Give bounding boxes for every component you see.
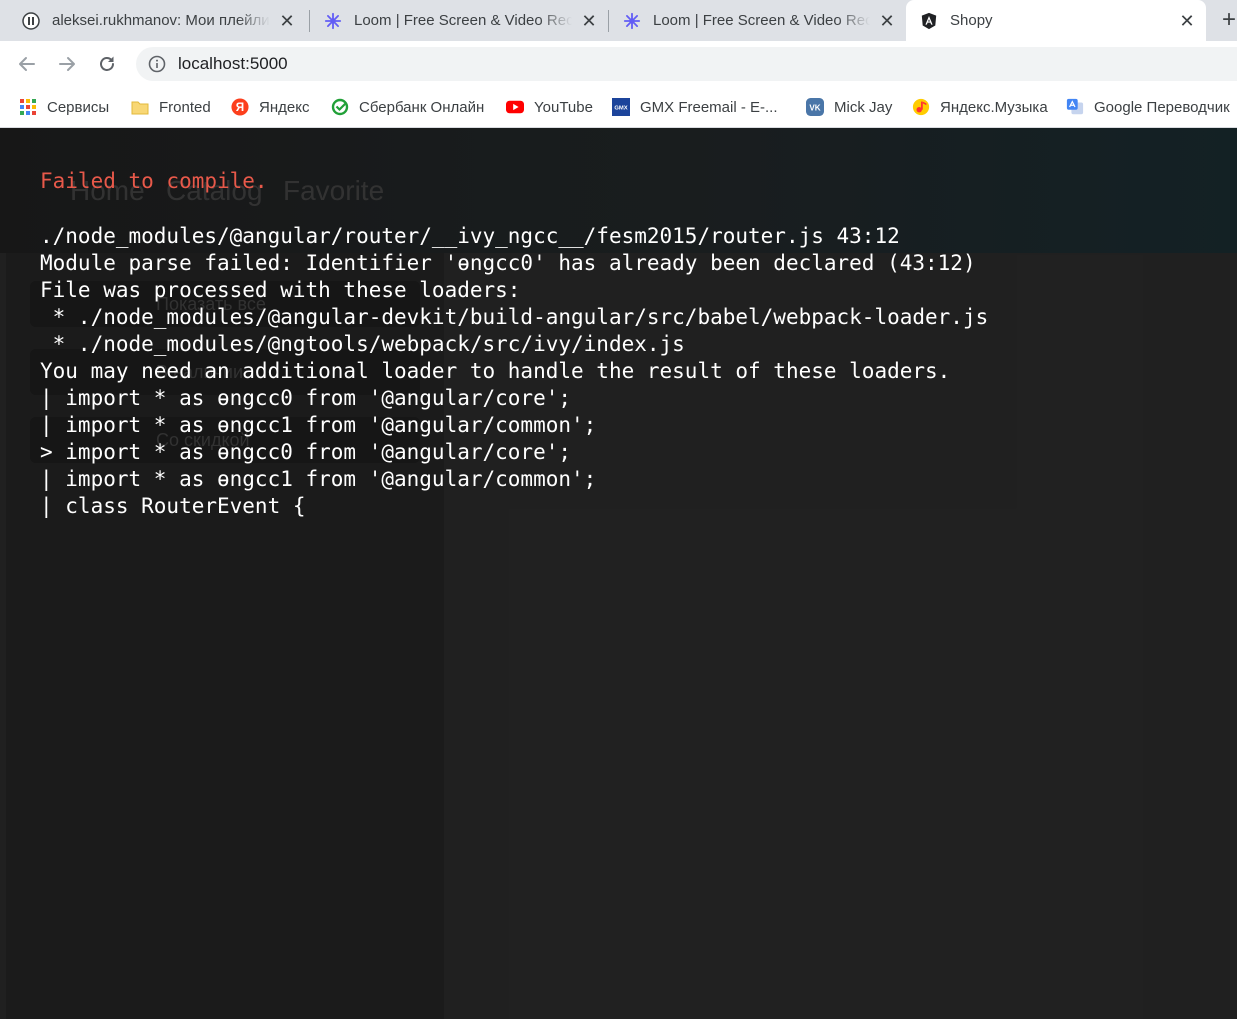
address-bar[interactable]: localhost:5000 bbox=[136, 47, 1237, 81]
tab-playlists[interactable]: aleksei.rukhmanov: Мои плейлисты ✕ bbox=[0, 0, 306, 41]
bookmark-youtube[interactable]: YouTube bbox=[506, 87, 593, 127]
error-line: | import * as ɵngcc0 from '@angular/core… bbox=[40, 386, 572, 410]
bookmark-label: Fronted bbox=[159, 98, 211, 116]
bookmark-gmx[interactable]: GMX GMX Freemail - E-... bbox=[612, 87, 778, 127]
close-tab-icon[interactable]: ✕ bbox=[878, 12, 896, 30]
tab-title: aleksei.rukhmanov: Мои плейлисты bbox=[52, 12, 270, 29]
error-line: * ./node_modules/@angular-devkit/build-a… bbox=[40, 305, 989, 329]
bookmark-sberbank[interactable]: Сбербанк Онлайн bbox=[331, 87, 484, 127]
tab-loom-2[interactable]: Loom | Free Screen & Video Recording ✕ bbox=[609, 0, 906, 41]
tab-loom-1[interactable]: Loom | Free Screen & Video Recording ✕ bbox=[310, 0, 608, 41]
pause-icon bbox=[22, 11, 40, 30]
error-line: Module parse failed: Identifier 'ɵngcc0'… bbox=[40, 251, 976, 275]
error-line: File was processed with these loaders: bbox=[40, 278, 521, 302]
bookmark-label: GMX Freemail - E-... bbox=[640, 98, 778, 116]
angular-icon bbox=[920, 12, 938, 30]
gmx-icon: GMX bbox=[612, 98, 630, 116]
bookmark-label: Сбербанк Онлайн bbox=[359, 98, 485, 116]
error-line: You may need an additional loader to han… bbox=[40, 359, 951, 383]
compile-error-overlay: Failed to compile. ./node_modules/@angul… bbox=[0, 128, 1237, 1019]
bookmark-yandex-music[interactable]: Яндекс.Музыка bbox=[912, 87, 1048, 127]
bookmark-label: Сервисы bbox=[47, 98, 110, 116]
vk-icon-text: VK bbox=[809, 104, 820, 113]
error-line: | import * as ɵngcc1 from '@angular/comm… bbox=[40, 413, 597, 437]
error-line: > import * as ɵngcc0 from '@angular/core… bbox=[40, 440, 572, 464]
bookmark-label: Яндекс bbox=[259, 98, 310, 116]
google-translate-icon bbox=[1066, 98, 1084, 116]
bookmark-yandex[interactable]: Я Яндекс bbox=[231, 87, 309, 127]
error-message: ./node_modules/@angular/router/__ivy_ngc… bbox=[40, 223, 988, 520]
apps-grid-icon bbox=[19, 98, 37, 116]
bookmarks-bar: Сервисы Fronted Я Яндекс Сбербанк Онлайн… bbox=[0, 87, 1237, 128]
youtube-icon bbox=[506, 98, 524, 116]
yandex-icon-letter: Я bbox=[236, 101, 244, 114]
bookmark-google-translate[interactable]: Google Переводчик bbox=[1066, 87, 1230, 127]
close-tab-icon[interactable]: ✕ bbox=[278, 12, 296, 30]
tab-strip: aleksei.rukhmanov: Мои плейлисты ✕ Loom … bbox=[0, 0, 1237, 41]
close-tab-icon[interactable]: ✕ bbox=[1178, 12, 1196, 30]
yandex-music-icon bbox=[912, 98, 930, 116]
bookmark-label: YouTube bbox=[534, 98, 593, 116]
sberbank-icon bbox=[331, 98, 349, 116]
info-icon[interactable] bbox=[148, 55, 166, 73]
loom-icon bbox=[324, 12, 342, 30]
tab-title: Loom | Free Screen & Video Recording bbox=[653, 12, 870, 29]
tab-title: Shopy bbox=[950, 12, 993, 29]
error-line: | class RouterEvent { bbox=[40, 494, 306, 518]
forward-button[interactable] bbox=[55, 52, 79, 76]
yandex-icon: Я bbox=[231, 98, 249, 116]
bookmark-fronted[interactable]: Fronted bbox=[131, 87, 211, 127]
folder-icon bbox=[131, 98, 149, 116]
browser-toolbar: localhost:5000 bbox=[0, 41, 1237, 87]
error-title: Failed to compile. bbox=[40, 169, 268, 193]
bookmark-label: Google Переводчик bbox=[1094, 98, 1230, 116]
bookmark-label: Mick Jay bbox=[834, 98, 893, 116]
back-button[interactable] bbox=[15, 52, 39, 76]
bookmark-label: Яндекс.Музыка bbox=[940, 98, 1048, 116]
tab-shopy[interactable]: Shopy ✕ bbox=[906, 0, 1206, 41]
close-tab-icon[interactable]: ✕ bbox=[580, 12, 598, 30]
error-line: | import * as ɵngcc1 from '@angular/comm… bbox=[40, 467, 597, 491]
loom-icon bbox=[623, 12, 641, 30]
gmx-icon-text: GMX bbox=[614, 106, 627, 112]
bookmark-services[interactable]: Сервисы bbox=[19, 87, 109, 127]
bookmark-mick-jay[interactable]: VK Mick Jay bbox=[806, 87, 892, 127]
new-tab-button[interactable]: + bbox=[1222, 8, 1236, 32]
url-text: localhost:5000 bbox=[178, 54, 288, 73]
error-line: ./node_modules/@angular/router/__ivy_ngc… bbox=[40, 224, 900, 248]
error-line: * ./node_modules/@ngtools/webpack/src/iv… bbox=[40, 332, 685, 356]
vk-icon: VK bbox=[806, 98, 824, 116]
reload-button[interactable] bbox=[95, 52, 119, 76]
tab-title: Loom | Free Screen & Video Recording bbox=[354, 12, 572, 29]
